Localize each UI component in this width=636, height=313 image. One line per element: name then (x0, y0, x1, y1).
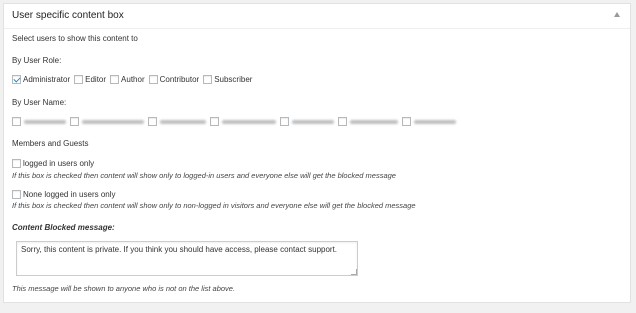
user-checkbox[interactable] (12, 117, 21, 126)
members-heading: Members and Guests (12, 139, 89, 148)
user-checkbox-group (12, 117, 460, 126)
role-checkbox-group: Administrator Editor Author Contributor … (12, 75, 256, 84)
role-label-subscriber[interactable]: Subscriber (214, 75, 252, 84)
user-name-redacted (82, 119, 144, 124)
user-checkbox[interactable] (70, 117, 79, 126)
role-checkbox-subscriber[interactable] (203, 75, 213, 84)
user-checkbox[interactable] (148, 117, 157, 126)
role-label-contributor[interactable]: Contributor (160, 75, 200, 84)
resize-handle-icon[interactable] (351, 269, 357, 275)
box-header[interactable]: User specific content box (4, 4, 630, 29)
none-logged-note: If this box is checked then content will… (12, 201, 416, 210)
role-checkbox-author[interactable] (110, 75, 120, 84)
user-name-redacted (292, 119, 334, 124)
role-label-author[interactable]: Author (121, 75, 145, 84)
blocked-message-heading: Content Blocked message: (12, 223, 115, 232)
role-checkbox-editor[interactable] (74, 75, 84, 84)
role-label-editor[interactable]: Editor (85, 75, 106, 84)
role-label-administrator[interactable]: Administrator (23, 75, 70, 84)
user-checkbox[interactable] (338, 117, 347, 126)
none-logged-only-checkbox[interactable] (12, 190, 21, 199)
by-role-heading: By User Role: (12, 56, 62, 65)
user-specific-content-box: User specific content box Select users t… (3, 3, 631, 303)
user-checkbox[interactable] (402, 117, 411, 126)
user-checkbox[interactable] (210, 117, 219, 126)
user-name-redacted (414, 119, 456, 124)
logged-in-option: logged in users only (12, 159, 98, 168)
none-logged-option: None logged in users only (12, 190, 120, 199)
user-checkbox[interactable] (280, 117, 289, 126)
box-title: User specific content box (12, 10, 124, 21)
logged-in-note: If this box is checked then content will… (12, 171, 396, 180)
role-checkbox-contributor[interactable] (148, 75, 158, 84)
logged-in-only-checkbox[interactable] (12, 159, 21, 168)
collapse-toggle-icon[interactable] (614, 12, 620, 17)
user-name-redacted (24, 119, 66, 124)
role-checkbox-administrator[interactable] (12, 75, 21, 84)
logged-in-only-label[interactable]: logged in users only (23, 159, 94, 168)
user-name-redacted (222, 119, 276, 124)
by-name-heading: By User Name: (12, 98, 67, 107)
user-name-redacted (160, 119, 206, 124)
intro-text: Select users to show this content to (12, 34, 138, 43)
none-logged-only-label[interactable]: None logged in users only (23, 190, 116, 199)
footer-note: This message will be shown to anyone who… (12, 284, 236, 293)
box-content: Select users to show this content to By … (12, 28, 622, 302)
blocked-message-textarea[interactable]: Sorry, this content is private. If you t… (16, 241, 358, 276)
user-name-redacted (350, 119, 398, 124)
